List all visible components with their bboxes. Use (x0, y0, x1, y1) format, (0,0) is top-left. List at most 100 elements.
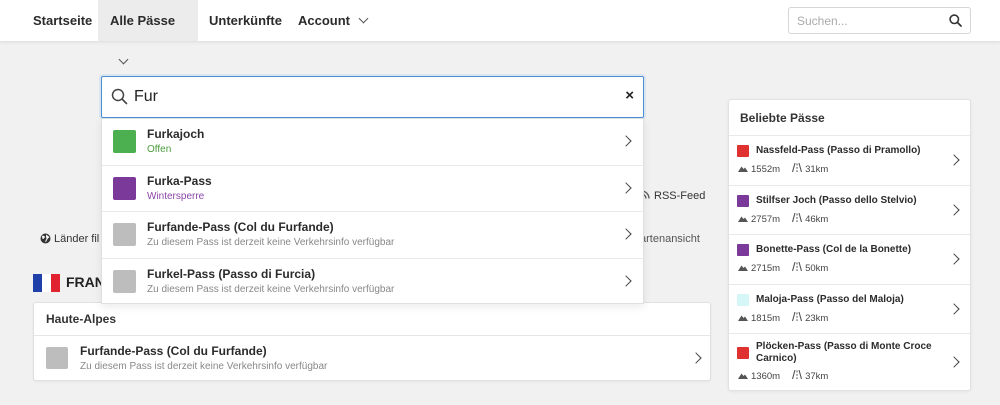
pass-status: Zu diesem Pass ist derzeit keine Verkehr… (80, 361, 328, 372)
nav-account-label: Account (298, 13, 350, 28)
pass-status-swatch (737, 145, 749, 157)
road-icon (792, 162, 803, 174)
pass-height: 2757m (751, 213, 781, 225)
result-status: Zu diesem Pass ist derzeit keine Verkehr… (147, 237, 395, 248)
pass-height: 1552m (751, 164, 781, 175)
pass-distance: 37km (805, 371, 829, 382)
pass-distance: 50km (805, 263, 829, 274)
chevron-right-icon (620, 135, 632, 147)
popular-passes-list: Nassfeld-Pass (Passo di Pramollo) 1552m 3… (729, 135, 970, 391)
pass-height: 1360m (751, 371, 781, 382)
search-result-item[interactable]: Furka-Pass Wintersperre (102, 166, 643, 212)
search-result-item[interactable]: Furkel-Pass (Passo di Furcia) Zu diesem … (102, 259, 643, 306)
country-filter-label: Länder fil (54, 233, 100, 245)
popular-pass-item[interactable]: Nassfeld-Pass (Passo di Pramollo) 1552m 3… (729, 135, 970, 185)
map-view-link[interactable]: artenansicht (640, 233, 700, 245)
pass-search-box: × (101, 76, 644, 118)
result-status: Zu diesem Pass ist derzeit keine Verkehr… (147, 283, 395, 295)
chevron-right-icon (690, 352, 702, 364)
nav-unterkuenfte[interactable]: Unterkünfte (197, 0, 294, 41)
pass-distance: 23km (805, 312, 829, 324)
pass-distance: 31km (805, 164, 829, 175)
pass-status-swatch (46, 347, 68, 369)
pass-status-swatch (737, 194, 749, 207)
chevron-right-icon (948, 203, 960, 216)
pass-status-swatch (737, 244, 749, 256)
mountain-icon (738, 313, 748, 323)
rss-feed-link[interactable]: RSS-Feed (641, 190, 705, 202)
road-icon (792, 212, 803, 224)
pass-name: Stilfser Joch (Passo dello Stelvio) (756, 194, 917, 206)
nav-search-input[interactable] (789, 8, 939, 33)
popular-pass-item[interactable]: Bonette-Pass (Col de la Bonette) 2715m 50… (729, 234, 970, 284)
search-result-item[interactable]: Furkajoch Offen (102, 119, 643, 166)
search-icon (111, 88, 128, 110)
result-status: Offen (147, 144, 172, 155)
country-heading: FRANI (33, 274, 109, 293)
mountain-icon (738, 371, 748, 381)
result-name: Furkel-Pass (Passo di Furcia) (147, 266, 316, 281)
chevron-right-icon (948, 253, 960, 265)
result-name: Furka-Pass (147, 173, 212, 188)
chevron-right-icon (948, 302, 960, 315)
country-filter-toggle[interactable]: Länder fil (40, 233, 99, 247)
region-card: Haute-Alpes Furfande-Pass (Col du Furfan… (33, 302, 711, 381)
road-icon (792, 369, 803, 381)
nav-account[interactable]: Account (286, 0, 379, 41)
mountain-icon (738, 263, 748, 273)
pass-status-swatch (113, 130, 136, 153)
pass-name: Furfande-Pass (Col du Furfande) (80, 344, 267, 358)
pass-meta: 1552m 31km (738, 162, 829, 175)
chevron-right-icon (948, 154, 960, 166)
region-title: Haute-Alpes (34, 303, 710, 336)
popular-passes-panel: Beliebte Pässe Nassfeld-Pass (Passo di P… (728, 99, 971, 391)
result-name: Furkajoch (147, 127, 205, 141)
chevron-right-icon (620, 228, 632, 240)
pass-name: Plöcken-Pass (Passo di Monte Croce Carni… (756, 341, 932, 364)
chevron-down-icon (118, 54, 129, 65)
popular-pass-item[interactable]: Stilfser Joch (Passo dello Stelvio) 2757… (729, 184, 970, 235)
pass-status-swatch (113, 269, 136, 293)
pass-meta: 2757m 46km (738, 212, 829, 225)
result-status: Wintersperre (147, 190, 205, 202)
pass-status-swatch (113, 223, 136, 246)
region-pass-row[interactable]: Furfande-Pass (Col du Furfande) Zu diese… (34, 336, 710, 381)
road-icon (792, 311, 803, 323)
road-icon (792, 261, 803, 273)
pass-name: Bonette-Pass (Col de la Bonette) (756, 244, 912, 255)
chevron-right-icon (948, 356, 960, 368)
search-results-dropdown: Furkajoch Offen Furka-Pass Wintersperre … (101, 118, 644, 304)
nav-search-box (788, 7, 971, 34)
nav-alle-paesse-label: Alle Pässe (110, 13, 176, 28)
pass-meta: 2715m 50km (738, 261, 829, 274)
pass-status-swatch (113, 176, 136, 200)
chevron-right-icon (620, 181, 632, 194)
pass-status-swatch (737, 347, 749, 359)
pass-distance: 46km (805, 213, 829, 225)
mountain-icon (738, 214, 748, 224)
pass-meta: 1815m 23km (738, 311, 829, 324)
chevron-down-icon (358, 13, 369, 24)
pass-meta: 1360m 37km (738, 369, 829, 382)
pass-height: 2715m (751, 263, 781, 274)
clear-icon[interactable]: × (625, 87, 634, 105)
pass-status-swatch (737, 293, 749, 306)
pass-search-input[interactable] (134, 77, 604, 116)
chevron-right-icon (620, 274, 632, 287)
nav-alle-paesse[interactable]: Alle Pässe (98, 0, 198, 65)
pass-name: Maloja-Pass (Passo del Maloja) (756, 293, 904, 305)
search-icon[interactable] (949, 14, 962, 27)
search-result-item[interactable]: Furfande-Pass (Col du Furfande) Zu diese… (102, 212, 643, 259)
rss-feed-label: RSS-Feed (654, 190, 706, 202)
top-navbar: Startseite Alle Pässe Unterkünfte Accoun… (0, 0, 1000, 65)
france-flag-icon (33, 274, 60, 293)
nav-startseite[interactable]: Startseite (21, 0, 104, 41)
panel-title: Beliebte Pässe (740, 111, 825, 125)
popular-pass-item[interactable]: Maloja-Pass (Passo del Maloja) 1815m 23km (729, 283, 970, 334)
result-name: Furfande-Pass (Col du Furfande) (147, 220, 334, 234)
mountain-icon (738, 164, 748, 174)
globe-icon (40, 233, 51, 247)
popular-pass-item[interactable]: Plöcken-Pass (Passo di Monte Croce Carni… (729, 333, 970, 391)
pass-name: Nassfeld-Pass (Passo di Pramollo) (756, 145, 921, 156)
pass-height: 1815m (751, 312, 781, 324)
